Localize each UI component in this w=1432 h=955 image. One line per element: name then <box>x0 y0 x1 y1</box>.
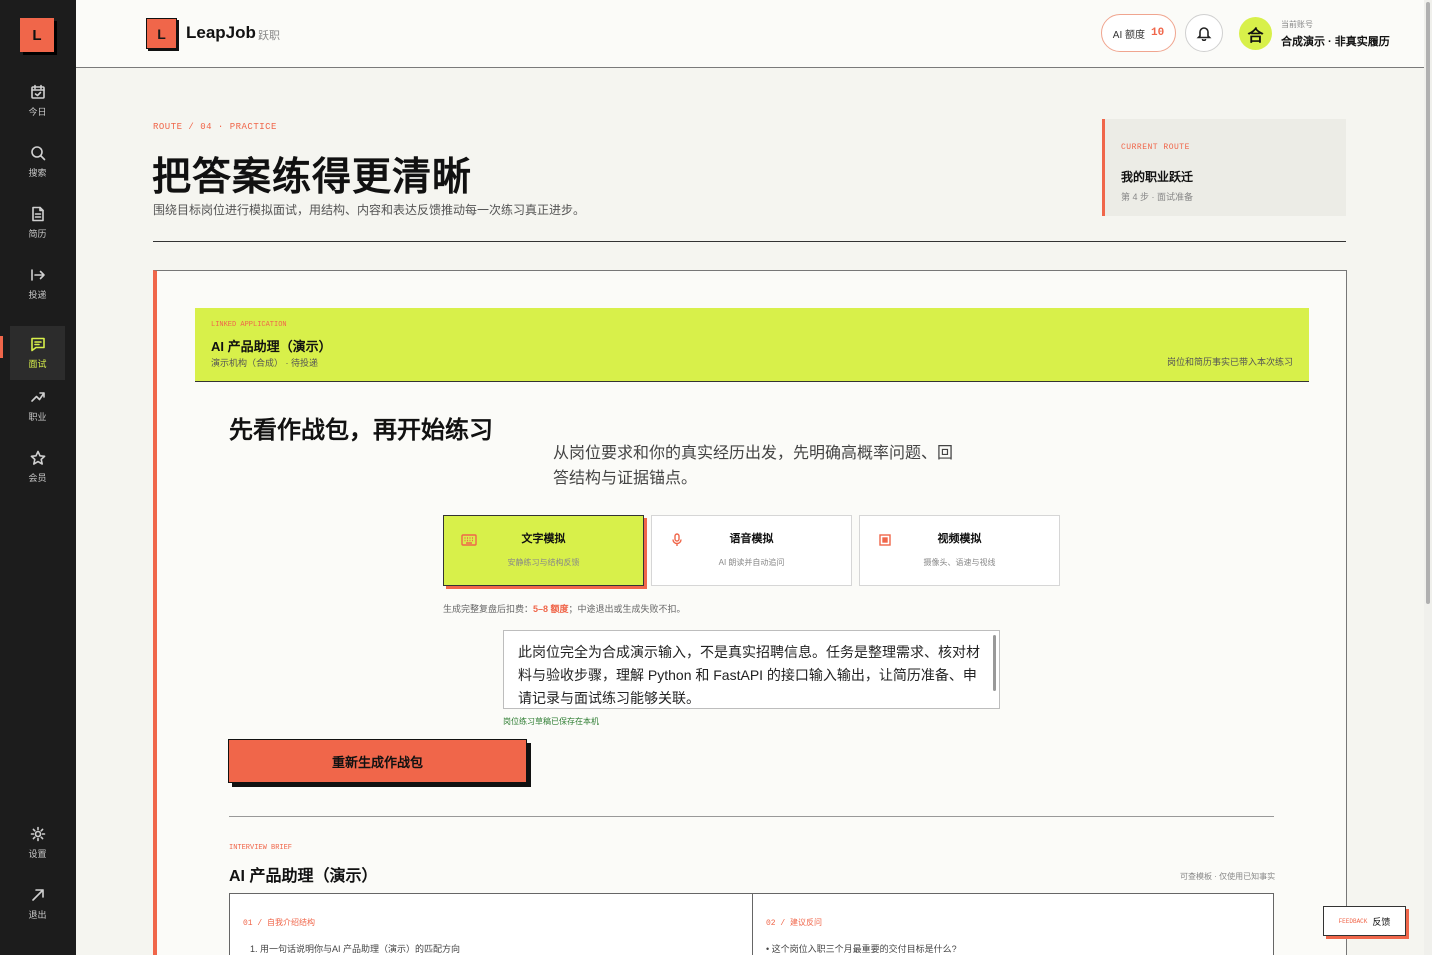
brand-logo[interactable]: L <box>146 18 177 49</box>
account-label: 当前账号 <box>1281 20 1313 29</box>
brief-column-head: 01 / 自我介绍结构 <box>243 919 316 928</box>
account-name[interactable]: 合成演示 · 非真实履历 <box>1281 33 1390 49</box>
active-indicator <box>0 336 3 358</box>
mode-desc: 安静练习与结构反馈 <box>507 558 580 567</box>
sidebar-item-apply[interactable]: 投递 <box>10 257 65 311</box>
linked-subtitle: 演示机构（合成） · 待投递 <box>211 358 318 368</box>
bell-icon <box>1196 27 1212 41</box>
cost-prefix: 生成完整复盘后扣费： <box>443 604 534 614</box>
brief-divider <box>229 816 1274 817</box>
sidebar-item-interview[interactable]: 面试 <box>10 326 65 380</box>
feedback-button[interactable]: FEEDBACK 反馈 <box>1323 906 1406 936</box>
star-icon <box>30 450 45 465</box>
sidebar-item-resume[interactable]: 简历 <box>10 196 65 250</box>
exit-arrow-icon <box>31 889 44 901</box>
sidebar-item-logout[interactable]: 退出 <box>10 877 65 931</box>
brief-column-item: • 这个岗位入职三个月最重要的交付目标是什么? <box>766 944 957 954</box>
page-scrollbar[interactable] <box>1424 0 1432 955</box>
linked-application-banner: LINKED APPLICATION AI 产品助理（演示） 演示机构（合成） … <box>195 308 1309 382</box>
ai-quota-pill[interactable]: AI 额度 10 <box>1101 14 1176 52</box>
avatar[interactable]: 合 <box>1239 17 1272 50</box>
mode-desc: 摄像头、语速与视线 <box>923 558 996 567</box>
job-description-textarea[interactable]: 此岗位完全为合成演示输入，不是真实招聘信息。任务是整理需求、核对材料与验收步骤，… <box>503 630 1000 709</box>
sidebar-item-today[interactable]: 今日 <box>10 74 65 128</box>
brief-column-item: 1. 用一句话说明你与AI 产品助理（演示）的匹配方向 <box>250 944 461 954</box>
route-card-title: 我的职业跃迁 <box>1121 170 1194 184</box>
mode-name: 语音模拟 <box>729 533 774 545</box>
cost-value: 5–8 额度 <box>533 604 569 614</box>
sidebar-item-label: 面试 <box>28 359 47 369</box>
ai-quota-value: 10 <box>1151 27 1165 39</box>
brand-tag: 跃职 <box>258 30 280 42</box>
calendar-check-icon <box>30 84 45 99</box>
sidebar-item-label: 今日 <box>28 107 47 117</box>
mode-desc: AI 朗读并自动追问 <box>718 558 785 567</box>
sidebar: L 今日 搜索 简历 投递 面试 职业 会员 设置 退出 <box>0 0 76 955</box>
draft-saved-note: 岗位练习草稿已保存在本机 <box>503 717 599 726</box>
sidebar-item-settings[interactable]: 设置 <box>10 816 65 870</box>
arrow-right-icon <box>30 269 45 281</box>
notification-button[interactable] <box>1185 14 1223 52</box>
job-description-text[interactable]: 此岗位完全为合成演示输入，不是真实招聘信息。任务是整理需求、核对材料与验收步骤，… <box>518 641 986 710</box>
brief-column-intro: 01 / 自我介绍结构 1. 用一句话说明你与AI 产品助理（演示）的匹配方向 <box>230 894 752 955</box>
brief-title: AI 产品助理（演示） <box>229 868 378 885</box>
sidebar-item-label: 退出 <box>28 910 47 920</box>
linked-title: AI 产品助理（演示） <box>211 339 332 354</box>
sidebar-item-label: 设置 <box>28 849 47 859</box>
mode-name: 视频模拟 <box>937 533 982 545</box>
page-title: 把答案练得更清晰 <box>152 156 473 199</box>
gear-icon <box>30 826 45 842</box>
header-divider <box>153 241 1346 242</box>
sidebar-item-label: 投递 <box>28 290 47 300</box>
brand-name[interactable]: LeapJob <box>186 23 256 43</box>
document-icon <box>31 206 44 222</box>
cost-suffix: ；中途退出或生成失败不扣。 <box>568 604 686 614</box>
mode-voice[interactable]: 语音模拟 AI 朗读并自动追问 <box>651 515 852 586</box>
brief-grid: 01 / 自我介绍结构 1. 用一句话说明你与AI 产品助理（演示）的匹配方向 … <box>229 893 1274 955</box>
feedback-label-en: FEEDBACK <box>1338 917 1368 925</box>
sidebar-item-career[interactable]: 职业 <box>10 379 65 433</box>
trend-up-icon <box>30 392 45 402</box>
route-breadcrumb: ROUTE / 04 · PRACTICE <box>153 122 277 132</box>
sidebar-item-label: 会员 <box>28 473 47 483</box>
sidebar-item-label: 职业 <box>28 412 47 422</box>
top-bar: L LeapJob 跃职 AI 额度 10 合 当前账号 合成演示 · 非真实履… <box>76 0 1424 68</box>
mode-name: 文字模拟 <box>521 533 566 545</box>
route-card-label: CURRENT ROUTE <box>1121 143 1190 152</box>
cost-note: 生成完整复盘后扣费：5–8 额度；中途退出或生成失败不扣。 <box>443 602 686 615</box>
prep-description: 从岗位要求和你的真实经历出发，先明确高概率问题、回答结构与证据锚点。 <box>553 445 954 487</box>
brief-note: 可查模板 · 仅使用已知事实 <box>1180 872 1276 881</box>
sidebar-item-label: 搜索 <box>28 168 47 178</box>
search-icon <box>30 146 45 161</box>
page-scrollbar-thumb[interactable] <box>1426 2 1430 604</box>
prep-title: 先看作战包，再开始练习 <box>229 417 493 444</box>
mode-text[interactable]: 文字模拟 安静练习与结构反馈 <box>443 515 644 586</box>
sidebar-logo[interactable]: L <box>20 18 54 52</box>
sidebar-item-search[interactable]: 搜索 <box>10 135 65 189</box>
current-route-card[interactable]: CURRENT ROUTE 我的职业跃迁 第 4 步 · 面试准备 <box>1102 119 1346 216</box>
brief-label: INTERVIEW BRIEF <box>229 844 293 852</box>
mode-video[interactable]: 视频模拟 摄像头、语速与视线 <box>859 515 1060 586</box>
brief-column-questions: 02 / 建议反问 • 这个岗位入职三个月最重要的交付目标是什么? <box>752 894 1273 955</box>
sidebar-item-member[interactable]: 会员 <box>10 440 65 494</box>
page-subtitle: 围绕目标岗位进行模拟面试，用结构、内容和表达反馈推动每一次练习真正进步。 <box>153 203 586 217</box>
linked-label: LINKED APPLICATION <box>211 321 287 329</box>
regenerate-brief-button[interactable]: 重新生成作战包 <box>228 739 527 783</box>
textarea-scrollbar[interactable] <box>993 635 996 691</box>
brief-column-head: 02 / 建议反问 <box>766 919 823 928</box>
linked-note: 岗位和简历事实已带入本次练习 <box>1166 357 1293 367</box>
sidebar-item-label: 简历 <box>28 229 47 239</box>
ai-quota-label: AI 额度 <box>1112 29 1146 41</box>
feedback-label-zh: 反馈 <box>1372 916 1391 927</box>
route-card-step: 第 4 步 · 面试准备 <box>1121 192 1194 202</box>
chat-icon <box>30 337 45 352</box>
